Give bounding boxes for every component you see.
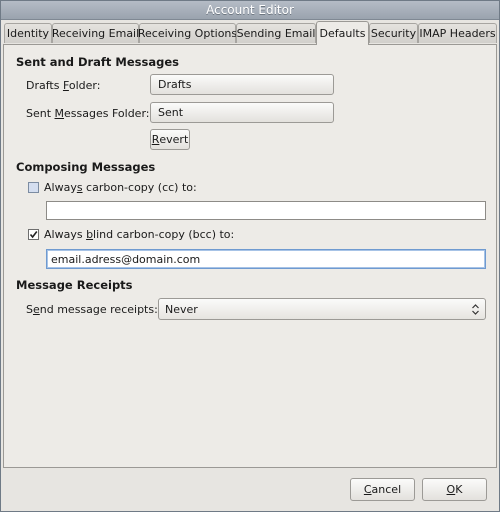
cancel-button[interactable]: Cancel bbox=[350, 478, 415, 501]
tab-strip: Identity Receiving Email Receiving Optio… bbox=[3, 21, 497, 45]
title-bar[interactable]: Account Editor bbox=[1, 1, 499, 20]
sent-draft-section-title: Sent and Draft Messages bbox=[16, 55, 180, 69]
tab-defaults[interactable]: Defaults bbox=[316, 21, 369, 45]
send-receipts-select[interactable]: Never bbox=[158, 298, 486, 320]
chevron-up-down-icon bbox=[472, 304, 479, 315]
checkmark-icon bbox=[29, 231, 38, 239]
bcc-label: Always blind carbon-copy (bcc) to: bbox=[44, 228, 235, 241]
send-receipts-label: Send message receipts: bbox=[26, 303, 158, 316]
receipts-section-title: Message Receipts bbox=[16, 278, 133, 292]
tab-defaults-label: Defaults bbox=[319, 27, 366, 40]
drafts-folder-label: Drafts Folder: bbox=[26, 79, 101, 92]
tab-security[interactable]: Security bbox=[369, 23, 418, 43]
dialog-footer: Cancel OK bbox=[1, 469, 499, 511]
account-editor-window: Account Editor Identity Receiving Email … bbox=[0, 0, 500, 512]
bcc-input[interactable]: email.adress@domain.com bbox=[46, 249, 486, 269]
tab-receiving-email[interactable]: Receiving Email bbox=[52, 23, 139, 43]
tab-identity-label: Identity bbox=[6, 27, 50, 40]
tab-imap-headers[interactable]: IMAP Headers bbox=[418, 23, 497, 43]
tab-imap-headers-label: IMAP Headers bbox=[419, 27, 496, 40]
cc-checkbox[interactable] bbox=[28, 182, 39, 193]
send-receipts-value: Never bbox=[165, 302, 198, 316]
cc-label: Always carbon-copy (cc) to: bbox=[44, 181, 197, 194]
bcc-checkbox[interactable] bbox=[28, 229, 39, 240]
drafts-folder-button[interactable]: Drafts bbox=[150, 74, 334, 95]
tab-receiving-options[interactable]: Receiving Options bbox=[137, 23, 238, 43]
tab-receiving-options-label: Receiving Options bbox=[137, 27, 238, 40]
sent-messages-folder-label: Sent Messages Folder: bbox=[26, 107, 150, 120]
composing-section-title: Composing Messages bbox=[16, 160, 156, 174]
defaults-panel: Sent and Draft Messages Drafts Folder: D… bbox=[3, 44, 497, 468]
tab-sending-email-label: Sending Email bbox=[236, 27, 316, 40]
tab-identity[interactable]: Identity bbox=[4, 23, 52, 43]
window-title: Account Editor bbox=[206, 3, 294, 17]
tab-sending-email[interactable]: Sending Email bbox=[236, 23, 316, 43]
ok-button[interactable]: OK bbox=[422, 478, 487, 501]
tab-receiving-email-label: Receiving Email bbox=[51, 27, 140, 40]
sent-messages-folder-button[interactable]: Sent bbox=[150, 102, 334, 123]
tab-security-label: Security bbox=[370, 27, 417, 40]
cc-input[interactable] bbox=[46, 201, 486, 220]
revert-button[interactable]: Revert bbox=[150, 129, 190, 150]
